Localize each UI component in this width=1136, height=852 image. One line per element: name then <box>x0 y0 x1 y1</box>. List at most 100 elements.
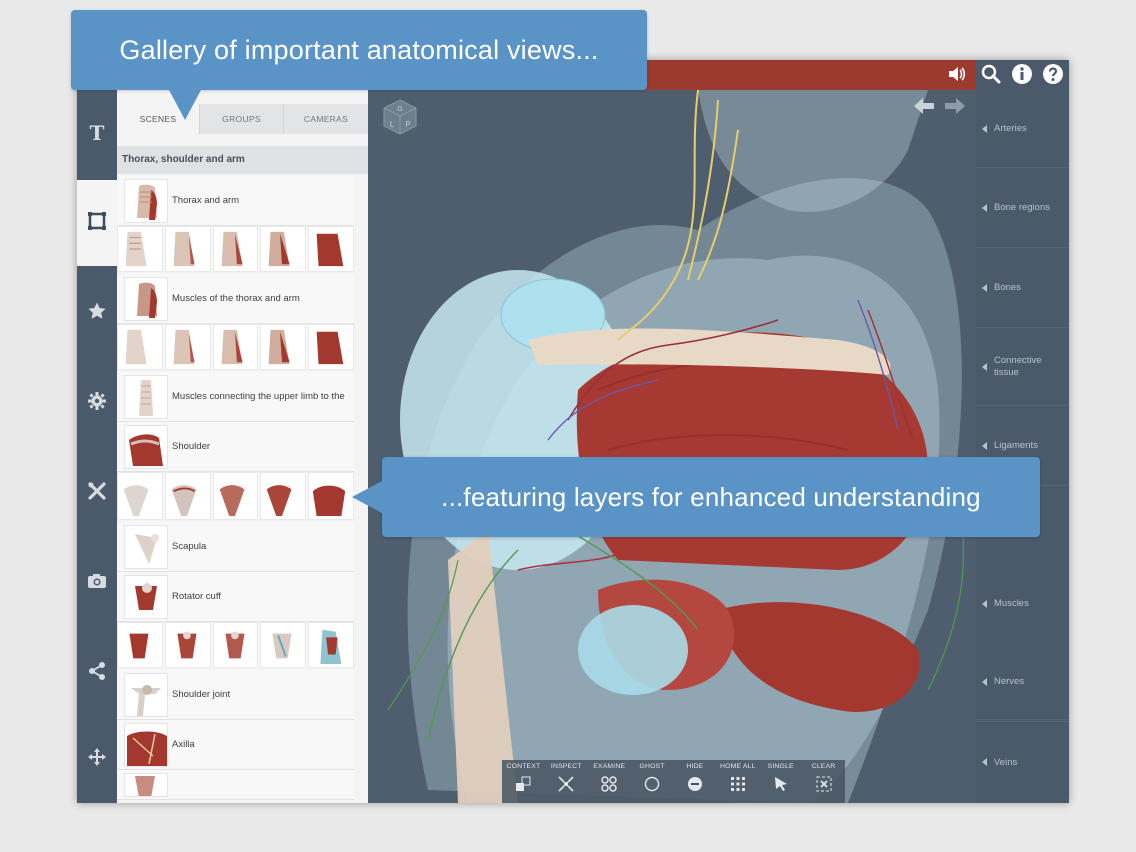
forward-arrow-icon[interactable] <box>945 98 965 114</box>
scene-thumbnail <box>124 673 168 717</box>
clear-icon <box>815 775 833 793</box>
anatomy-model[interactable] <box>368 90 976 803</box>
text-tool-button[interactable]: T <box>77 90 117 176</box>
list-item[interactable]: Axilla <box>117 720 354 770</box>
category-nerves[interactable]: Nerves <box>976 644 1069 720</box>
list-item[interactable]: Scapula <box>117 522 354 572</box>
layer-thumbnail[interactable] <box>164 226 211 272</box>
layer-thumbnail[interactable] <box>164 622 211 668</box>
scene-thumbnail <box>124 723 168 767</box>
layer-thumbnail[interactable] <box>308 226 354 272</box>
inspect-button[interactable]: INSPECT <box>545 760 588 803</box>
ghost-button[interactable]: GHOST <box>631 760 674 803</box>
list-item[interactable]: Shoulder <box>117 422 354 472</box>
camera-button[interactable] <box>77 540 117 626</box>
layer-thumbnail[interactable] <box>308 622 354 668</box>
back-arrow-icon[interactable] <box>914 98 934 114</box>
hide-button[interactable]: HIDE <box>674 760 717 803</box>
scene-label: Axilla <box>172 739 195 750</box>
scenes-panel: SCENES GROUPS CAMERAS Thorax, shoulder a… <box>117 90 368 803</box>
settings-button[interactable] <box>77 360 117 446</box>
layer-thumbnail[interactable] <box>212 226 259 272</box>
selection-icon <box>87 211 107 236</box>
speaker-icon[interactable] <box>945 63 967 85</box>
cube-face-top: G <box>397 106 402 113</box>
tab-cameras[interactable]: CAMERAS <box>283 104 368 134</box>
clear-button[interactable]: CLEAR <box>802 760 845 803</box>
layer-thumbnail[interactable] <box>212 324 259 370</box>
info-icon[interactable] <box>1011 63 1033 85</box>
selection-tool-button[interactable] <box>77 180 117 266</box>
tools-icon <box>87 481 107 506</box>
examine-icon <box>600 775 618 793</box>
layer-thumbnail[interactable] <box>308 324 354 370</box>
3d-viewport[interactable]: G L P <box>368 90 976 803</box>
move-icon <box>87 747 107 772</box>
list-item[interactable]: Muscles of the thorax and arm <box>117 274 354 324</box>
category-bone-regions[interactable]: Bone regions <box>976 168 1069 248</box>
layer-thumbnail[interactable] <box>117 622 163 668</box>
move-button[interactable] <box>77 716 117 802</box>
collapse-triangle-icon <box>982 677 987 686</box>
scene-label: Shoulder joint <box>172 689 231 700</box>
home-all-button[interactable]: HOME ALL <box>716 760 759 803</box>
view-toolbar: CONTEXT INSPECT EXAMINE GHOST HIDE HOME … <box>502 760 845 803</box>
layer-thumbnail[interactable] <box>212 622 259 668</box>
orientation-cube[interactable]: G L P <box>380 98 420 136</box>
layer-thumbnail[interactable] <box>117 472 163 520</box>
layer-strip[interactable] <box>117 324 354 370</box>
tool-label: EXAMINE <box>593 763 626 770</box>
collapse-triangle-icon <box>982 441 987 450</box>
anatomy-app: T SCENES GROUPS CAMERAS Thorax, shoulder… <box>77 60 1069 803</box>
layer-thumbnail[interactable] <box>117 324 163 370</box>
list-item[interactable]: Rotator cuff <box>117 572 354 622</box>
scene-thumbnail <box>124 525 168 569</box>
tool-label: HIDE <box>686 763 704 770</box>
tab-groups[interactable]: GROUPS <box>199 104 283 134</box>
collapse-triangle-icon <box>982 362 987 371</box>
collapse-triangle-icon <box>982 124 987 133</box>
category-connective-tissue[interactable]: Connective tissue <box>976 328 1069 406</box>
layer-thumbnail[interactable] <box>260 622 307 668</box>
tools-button[interactable] <box>77 450 117 536</box>
layer-thumbnail[interactable] <box>117 226 163 272</box>
text-icon: T <box>89 121 105 145</box>
gear-icon <box>87 391 107 416</box>
layer-thumbnail[interactable] <box>260 324 307 370</box>
search-icon[interactable] <box>980 63 1002 85</box>
category-bones[interactable]: Bones <box>976 248 1069 328</box>
layer-thumbnail[interactable] <box>212 472 259 520</box>
category-label: Arteries <box>994 122 1027 134</box>
single-button[interactable]: SINGLE <box>759 760 802 803</box>
share-button[interactable] <box>77 630 117 716</box>
category-arteries[interactable]: Arteries <box>976 90 1069 168</box>
layer-thumbnail[interactable] <box>260 226 307 272</box>
list-item[interactable]: Shoulder joint <box>117 670 354 720</box>
help-icon[interactable] <box>1042 63 1064 85</box>
list-item[interactable]: Thorax and arm <box>117 176 354 226</box>
tool-label: HOME ALL <box>720 763 756 770</box>
examine-button[interactable]: EXAMINE <box>588 760 631 803</box>
layer-strip[interactable] <box>117 226 354 272</box>
left-tool-rail: T <box>77 90 117 803</box>
category-veins[interactable]: Veins <box>976 724 1069 800</box>
layer-thumbnail[interactable] <box>164 472 211 520</box>
ghost-icon <box>643 775 661 793</box>
layer-strip[interactable] <box>117 472 354 520</box>
panel-tabs: SCENES GROUPS CAMERAS <box>117 90 368 134</box>
grid-icon <box>729 775 747 793</box>
category-label: Veins <box>994 756 1018 768</box>
cursor-icon <box>772 775 790 793</box>
favorites-button[interactable] <box>77 270 117 356</box>
scene-label: Muscles connecting the upper limb to the <box>172 391 345 402</box>
layer-thumbnail[interactable] <box>260 472 307 520</box>
list-item[interactable] <box>117 770 354 800</box>
collapse-triangle-icon <box>982 758 987 766</box>
layer-strip[interactable] <box>117 622 354 668</box>
list-item[interactable]: Muscles connecting the upper limb to the <box>117 372 354 422</box>
layer-thumbnail[interactable] <box>308 472 354 520</box>
layer-thumbnail[interactable] <box>164 324 211 370</box>
context-button[interactable]: CONTEXT <box>502 760 545 803</box>
scene-thumbnail <box>124 575 168 619</box>
collapse-triangle-icon <box>982 283 987 292</box>
